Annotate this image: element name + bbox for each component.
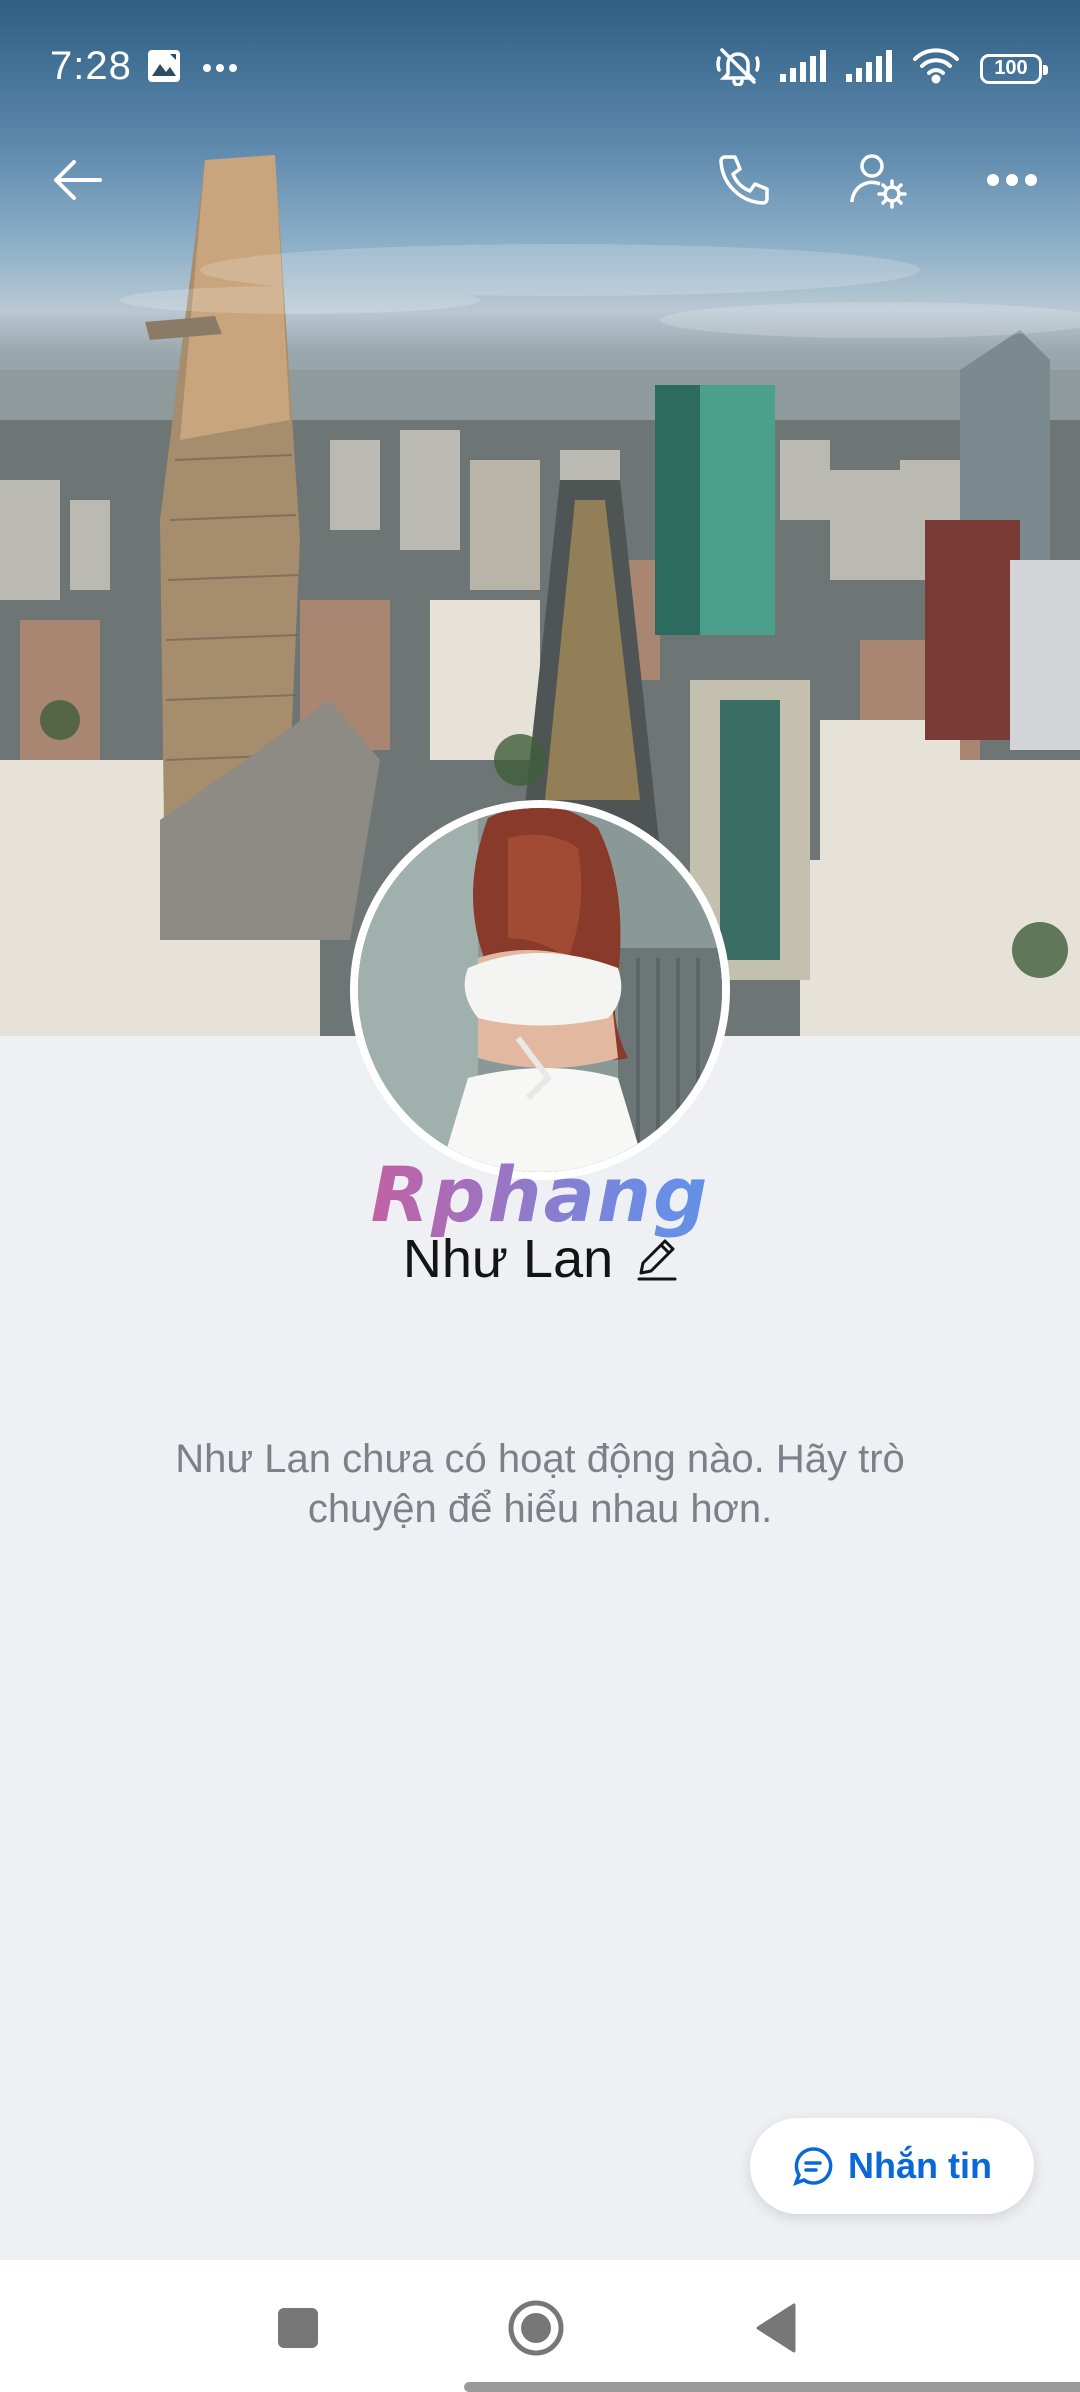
back-arrow-icon (54, 160, 102, 200)
avatar-photo (358, 808, 722, 1172)
pencil-icon (637, 1239, 677, 1281)
more-options-button[interactable] (972, 140, 1052, 220)
user-settings-icon (850, 154, 907, 209)
status-bar: 7:28 100 (0, 0, 1080, 136)
gesture-indicator (464, 2382, 1080, 2392)
system-back-button[interactable] (744, 2296, 808, 2360)
more-horizontal-icon (987, 174, 1037, 186)
send-message-button[interactable]: Nhắn tin (750, 2118, 1034, 2214)
status-time: 7:28 (50, 44, 132, 88)
battery-icon: 100 (980, 53, 1048, 84)
edit-name-button[interactable] (637, 1237, 677, 1281)
signal-icon (846, 50, 892, 87)
send-message-label: Nhắn tin (848, 2145, 992, 2186)
home-circle-icon (508, 2300, 564, 2356)
phone-icon (719, 155, 769, 205)
profile-name: Như Lan (402, 1229, 614, 1289)
more-dots-icon (202, 60, 238, 78)
back-triangle-icon (756, 2303, 796, 2353)
empty-activity-message: Như Lan chưa có hoạt động nào. Hãy trò c… (175, 1437, 905, 1531)
profile-name-row: Như Lan (0, 1228, 1080, 1290)
call-button[interactable] (704, 140, 784, 220)
wifi-icon (912, 48, 960, 89)
chat-bubble-icon (793, 2147, 833, 2186)
signal-icon (780, 50, 826, 87)
recents-button[interactable] (266, 2296, 330, 2360)
mute-icon (716, 46, 760, 91)
profile-avatar[interactable] (350, 800, 730, 1180)
watermark-logo: Rphang (0, 1150, 1080, 1239)
battery-level: 100 (994, 57, 1028, 79)
home-button[interactable] (504, 2296, 568, 2360)
status-right-icons: 100 (716, 46, 1048, 91)
gallery-icon (146, 48, 182, 89)
status-left-icons (146, 48, 238, 89)
profile-settings-button[interactable] (838, 140, 918, 220)
back-button[interactable] (38, 140, 118, 220)
system-navigation-bar (0, 2260, 1080, 2392)
top-action-bar (0, 140, 1080, 240)
recents-square-icon (278, 2308, 318, 2348)
